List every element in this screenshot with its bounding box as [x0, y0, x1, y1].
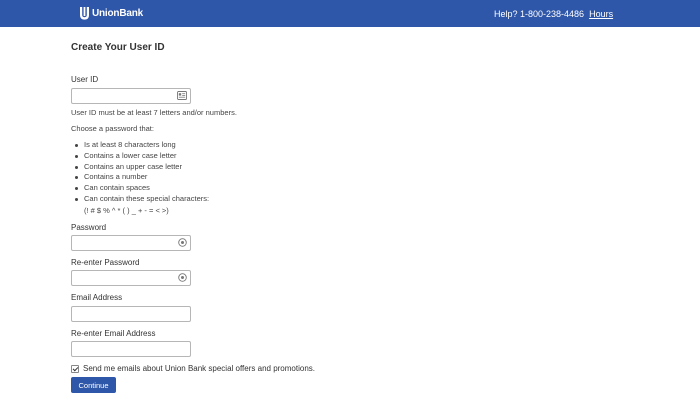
- password-rules-list: Is at least 8 characters long Contains a…: [71, 140, 209, 205]
- reenter-email-label: Re-enter Email Address: [71, 329, 156, 338]
- offers-checkbox-label[interactable]: Send me emails about Union Bank special …: [83, 364, 315, 373]
- email-label: Email Address: [71, 293, 123, 302]
- help-contact: Help? 1-800-238-4486 Hours: [494, 9, 613, 19]
- list-item: Can contain spaces: [71, 183, 209, 194]
- email-input[interactable]: [71, 306, 191, 322]
- password-label: Password: [71, 223, 107, 232]
- password-input[interactable]: [71, 235, 191, 251]
- offers-checkbox-row[interactable]: Send me emails about Union Bank special …: [71, 364, 315, 373]
- reenter-password-label: Re-enter Password: [71, 258, 140, 267]
- list-item: Is at least 8 characters long: [71, 140, 209, 151]
- contact-card-icon: [177, 91, 187, 100]
- continue-button[interactable]: Continue: [71, 377, 116, 393]
- list-item: Contains a lower case letter: [71, 151, 209, 162]
- user-id-hint: User ID must be at least 7 letters and/o…: [71, 108, 237, 117]
- list-item: Contains a number: [71, 172, 209, 183]
- user-id-label: User ID: [71, 75, 99, 84]
- unionbank-logo[interactable]: UnionBank: [80, 6, 143, 20]
- hours-link[interactable]: Hours: [589, 9, 613, 19]
- eye-icon[interactable]: [178, 238, 187, 247]
- top-header-bar: UnionBank Help? 1-800-238-4486 Hours: [0, 0, 700, 27]
- reenter-email-input[interactable]: [71, 341, 191, 357]
- password-intro: Choose a password that:: [71, 124, 154, 133]
- list-item: Contains an upper case letter: [71, 162, 209, 173]
- reenter-password-input[interactable]: [71, 270, 191, 286]
- brand-name: UnionBank: [92, 7, 143, 19]
- offers-checkbox[interactable]: [71, 364, 79, 373]
- eye-icon[interactable]: [178, 273, 187, 282]
- unionbank-logo-icon: [80, 6, 89, 20]
- list-item: Can contain these special characters:: [71, 194, 209, 205]
- help-phone-text: Help? 1-800-238-4486: [494, 9, 585, 19]
- user-id-input[interactable]: [71, 88, 191, 104]
- page-title: Create Your User ID: [71, 42, 165, 53]
- special-characters-text: (! # $ % ^ * ( ) _ + - = < >): [84, 206, 169, 215]
